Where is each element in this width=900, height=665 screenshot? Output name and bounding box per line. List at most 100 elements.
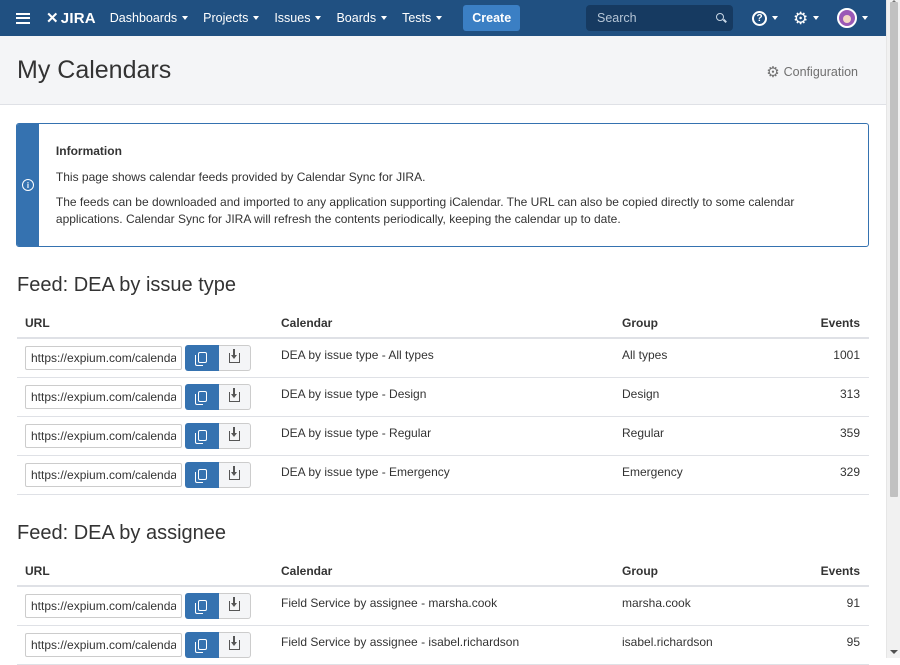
chevron-down-icon xyxy=(315,16,322,20)
download-button[interactable] xyxy=(219,383,251,410)
table-row: DEA by issue type - Emergency Emergency … xyxy=(17,455,869,495)
download-icon xyxy=(229,348,240,363)
feed-url-field[interactable] xyxy=(25,462,182,487)
help-menu[interactable]: ? xyxy=(752,0,778,36)
table-header-row: URL Calendar Group Events xyxy=(17,556,869,587)
copy-url-button[interactable] xyxy=(185,422,219,449)
copy-icon xyxy=(194,600,207,615)
column-header-calendar: Calendar xyxy=(273,556,614,587)
chevron-down-icon xyxy=(813,16,820,20)
nav-projects[interactable]: Projects xyxy=(203,11,260,25)
event-count: 95 xyxy=(774,625,869,665)
search-input[interactable] xyxy=(595,10,705,26)
event-count: 329 xyxy=(774,455,869,495)
configuration-label: Configuration xyxy=(783,65,858,79)
scroll-down-icon[interactable] xyxy=(890,650,898,654)
configuration-link[interactable]: ⚙ Configuration xyxy=(766,63,858,81)
help-icon: ? xyxy=(752,10,767,26)
feed-url-field[interactable] xyxy=(25,345,182,370)
nav-tests[interactable]: Tests xyxy=(402,11,443,25)
feed-url-field[interactable] xyxy=(25,593,182,618)
copy-icon xyxy=(194,639,207,653)
download-icon xyxy=(229,465,240,480)
table-row: Field Service by assignee - isabel.richa… xyxy=(17,625,869,665)
column-header-events: Events xyxy=(774,556,869,587)
info-title: Information xyxy=(55,144,122,158)
nav-boards[interactable]: Boards xyxy=(336,11,388,25)
copy-url-button[interactable] xyxy=(185,592,219,619)
group-name: All types xyxy=(614,338,774,378)
chevron-down-icon xyxy=(381,16,388,20)
feed-url-field[interactable] xyxy=(25,632,182,657)
feed-table: URL Calendar Group Events DEA by issue t… xyxy=(17,308,869,495)
calendar-name: DEA by issue type - Regular xyxy=(273,416,614,456)
calendar-name: DEA by issue type - Design xyxy=(273,377,614,417)
download-button[interactable] xyxy=(219,344,251,371)
download-button[interactable] xyxy=(219,631,251,658)
jira-logo[interactable]: ✕ JIRA xyxy=(46,9,96,28)
column-header-calendar: Calendar xyxy=(273,308,614,339)
copy-url-button[interactable] xyxy=(185,383,219,410)
copy-icon xyxy=(194,391,207,405)
feed-title: Feed: DEA by issue type xyxy=(17,274,237,296)
chevron-down-icon xyxy=(772,16,778,20)
table-row: Field Service by assignee - marsha.cook … xyxy=(17,586,869,626)
event-count: 313 xyxy=(774,377,869,417)
info-text-line2: The feeds can be downloaded and imported… xyxy=(55,195,795,226)
event-count: 1001 xyxy=(774,338,869,378)
page-header: My Calendars ⚙ Configuration xyxy=(0,36,886,105)
info-icon: i xyxy=(21,179,34,191)
download-button[interactable] xyxy=(219,592,251,619)
copy-url-button[interactable] xyxy=(185,631,219,658)
download-button[interactable] xyxy=(219,461,251,488)
nav-issues[interactable]: Issues xyxy=(274,11,322,25)
gear-icon: ⚙ xyxy=(766,64,780,81)
column-header-group: Group xyxy=(614,308,774,339)
feed-url-field[interactable] xyxy=(25,384,182,409)
admin-menu[interactable]: ⚙ xyxy=(793,0,820,36)
create-button[interactable]: Create xyxy=(463,5,521,31)
nav-dashboards[interactable]: Dashboards xyxy=(109,11,189,25)
feed-title: Feed: DEA by assignee xyxy=(17,522,227,544)
search-box xyxy=(586,5,733,31)
table-row: DEA by issue type - Design Design 313 xyxy=(17,377,869,417)
chevron-down-icon xyxy=(862,16,868,20)
event-count: 91 xyxy=(774,586,869,626)
user-profile-menu[interactable] xyxy=(837,0,868,36)
calendar-name: Field Service by assignee - isabel.richa… xyxy=(273,625,614,665)
gear-icon: ⚙ xyxy=(793,8,809,28)
nav-issues-label: Issues xyxy=(274,11,311,25)
group-name: Regular xyxy=(614,416,774,456)
download-button[interactable] xyxy=(219,422,251,449)
info-text-line1: This page shows calendar feeds provided … xyxy=(55,170,426,184)
page-scrollbar[interactable] xyxy=(886,0,900,658)
top-nav-bar: ✕ JIRA Dashboards Projects Issues Boards… xyxy=(0,0,886,36)
app-switcher-menu-icon[interactable] xyxy=(0,0,46,36)
copy-url-button[interactable] xyxy=(185,461,219,488)
column-header-group: Group xyxy=(614,556,774,587)
download-icon xyxy=(229,635,240,650)
column-header-url: URL xyxy=(17,556,273,587)
search-icon[interactable] xyxy=(716,13,724,21)
nav-boards-label: Boards xyxy=(336,11,377,25)
information-panel: i Information This page shows calendar f… xyxy=(16,123,869,247)
nav-projects-label: Projects xyxy=(203,11,249,25)
nav-dashboards-label: Dashboards xyxy=(109,11,178,25)
copy-url-button[interactable] xyxy=(185,344,219,371)
event-count: 359 xyxy=(774,416,869,456)
scrollbar-thumb[interactable] xyxy=(890,2,898,497)
group-name: Emergency xyxy=(614,455,774,495)
avatar xyxy=(837,8,857,28)
feed-url-field[interactable] xyxy=(25,423,182,448)
jira-logo-text: JIRA xyxy=(60,9,96,27)
group-name: Design xyxy=(614,377,774,417)
table-header-row: URL Calendar Group Events xyxy=(17,308,869,339)
column-header-events: Events xyxy=(774,308,869,339)
download-icon xyxy=(229,426,240,441)
chevron-down-icon xyxy=(436,16,443,20)
chevron-down-icon xyxy=(253,16,260,20)
jira-logo-icon: ✕ xyxy=(46,10,59,27)
nav-tests-label: Tests xyxy=(402,11,432,25)
calendar-name: Field Service by assignee - marsha.cook xyxy=(273,586,614,626)
copy-icon xyxy=(194,469,207,483)
